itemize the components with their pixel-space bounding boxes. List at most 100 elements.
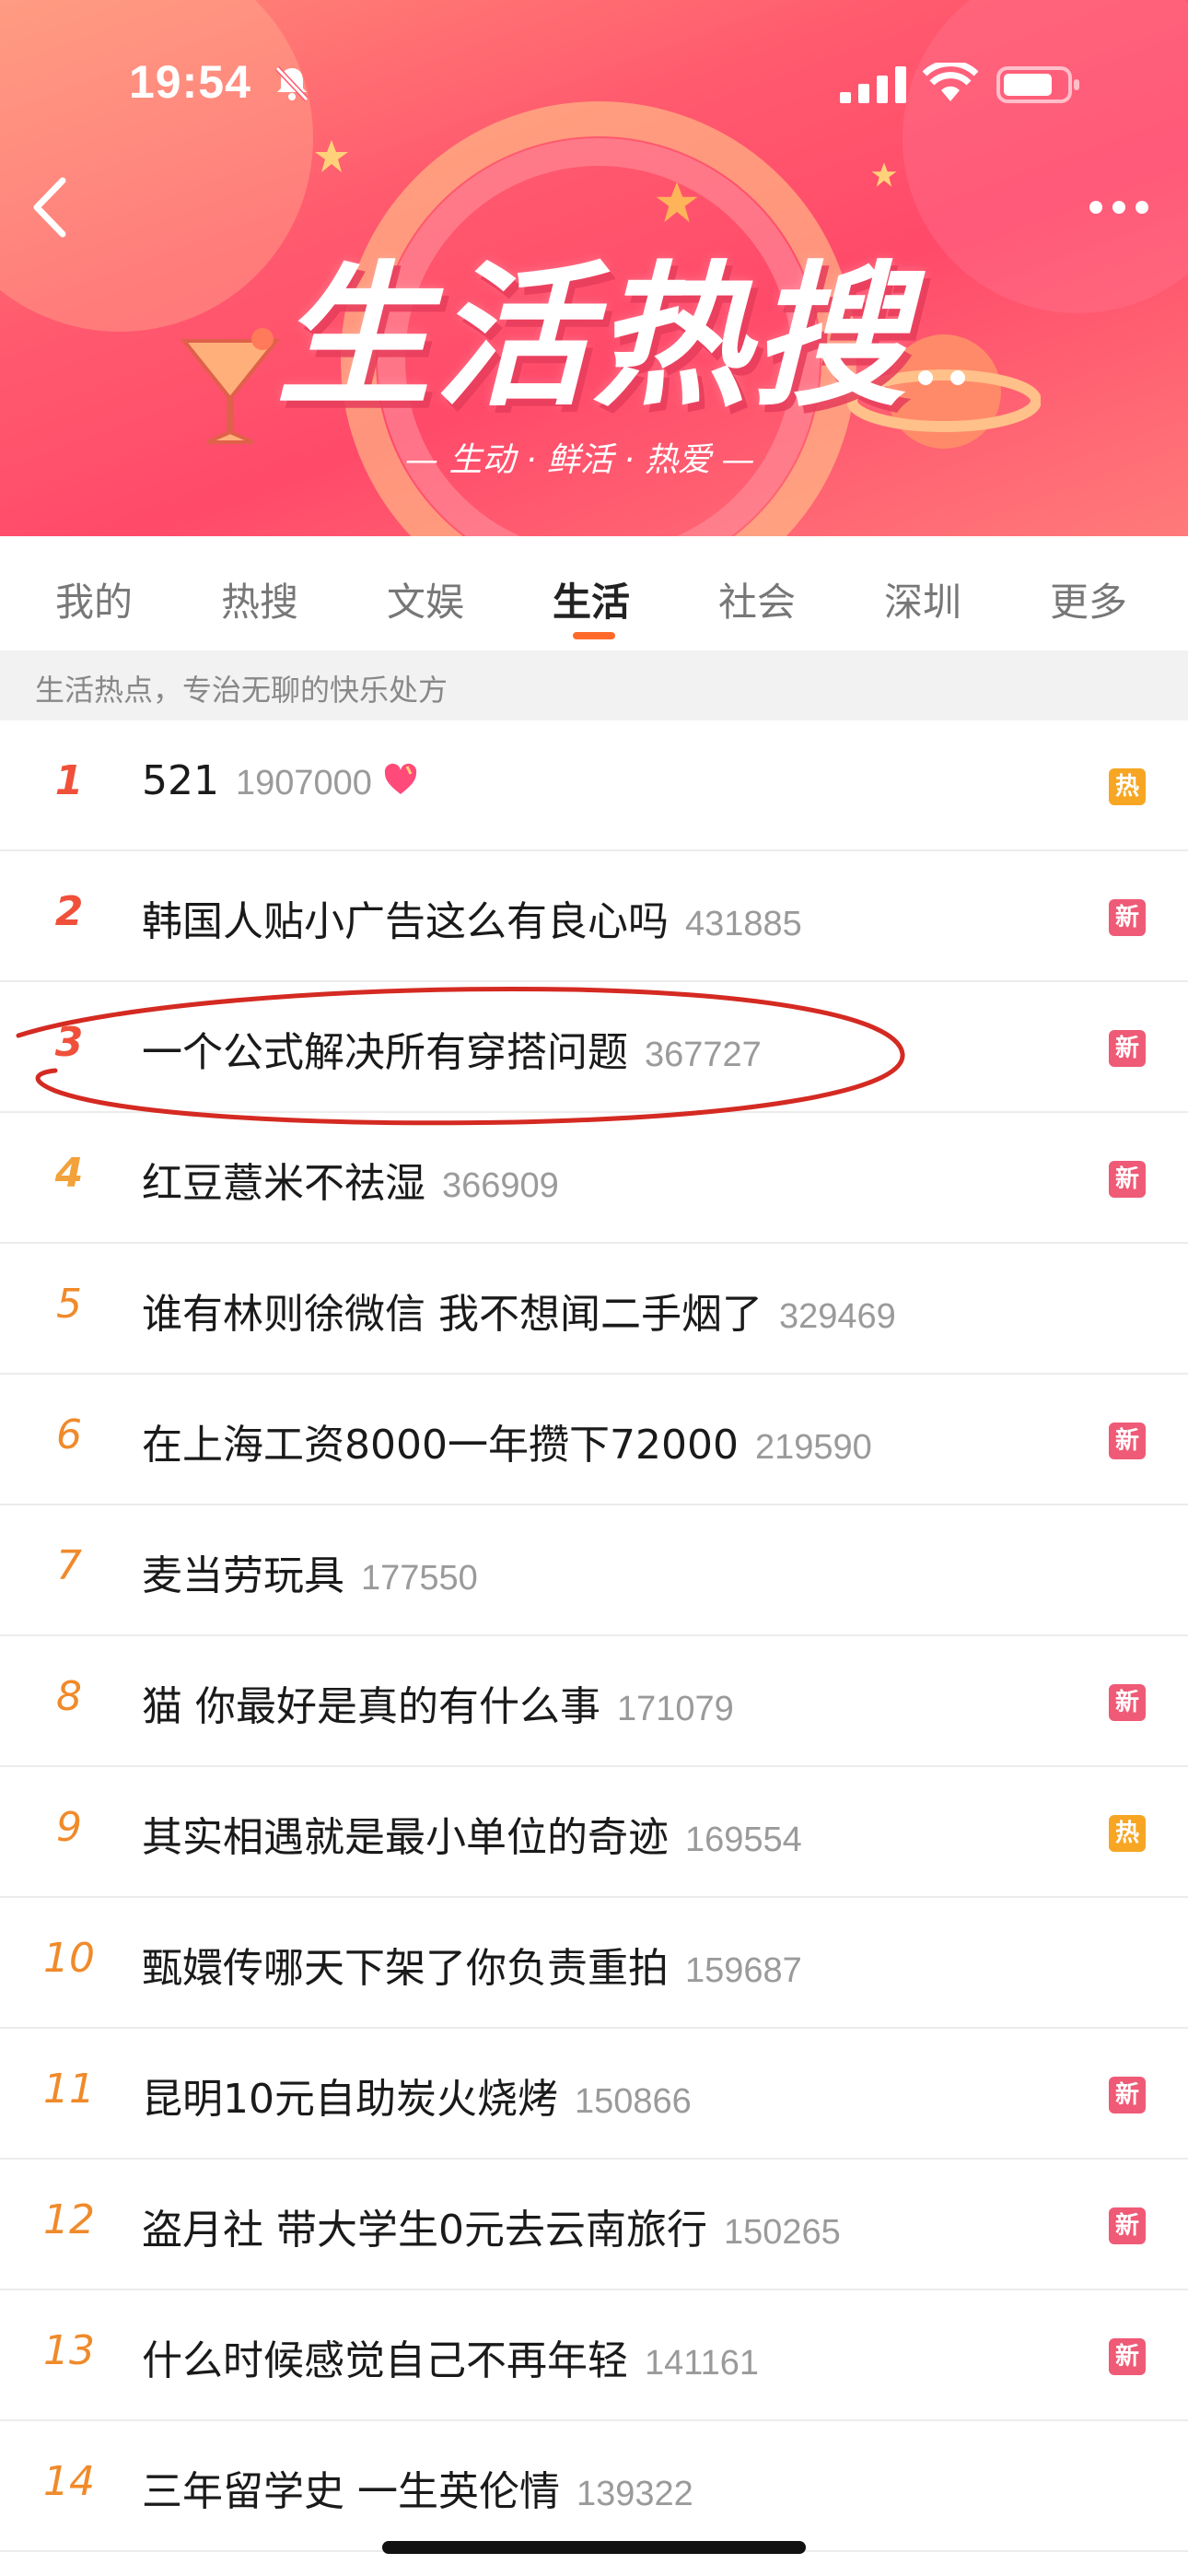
new-badge: 新 (1109, 1684, 1146, 1721)
new-badge: 新 (1109, 2207, 1146, 2244)
status-time: 19:54 (129, 56, 251, 108)
rank-number: 8 (56, 1673, 82, 1720)
topic-text: 红豆薏米不祛湿 (142, 1160, 425, 1207)
wifi-icon (923, 63, 978, 101)
heat-count: 177550 (361, 1559, 478, 1598)
topic-text: 其实相遇就是最小单位的奇迹 (142, 1814, 669, 1861)
topic-text: 谁有林则徐微信 我不想闻二手烟了 (142, 1291, 763, 1338)
heat-count: 329469 (779, 1297, 896, 1336)
hot-badge: 热 (1109, 768, 1146, 805)
cellular-signal-icon (840, 66, 906, 103)
topic-text: 盗月社 带大学生0元去云南旅行 (142, 2207, 707, 2254)
tab-society[interactable]: 社会 (718, 571, 796, 627)
rank-number: 6 (56, 1411, 82, 1458)
tab-more[interactable]: 更多 (1050, 571, 1127, 627)
heat-count: 169554 (685, 1821, 802, 1859)
rank-number: 13 (43, 2327, 95, 2374)
new-badge: 新 (1109, 2338, 1146, 2375)
silent-bell-icon (274, 65, 309, 102)
more-options-icon[interactable] (1087, 193, 1151, 221)
hot-badge: 热 (1109, 1815, 1146, 1852)
list-item[interactable]: 5 谁有林则徐微信 我不想闻二手烟了 329469 (0, 1244, 1188, 1375)
topic-title: 谁有林则徐微信 我不想闻二手烟了 329469 (142, 1281, 896, 1340)
topic-text: 韩国人贴小广告这么有良心吗 (142, 898, 669, 945)
list-item[interactable]: 7 麦当劳玩具 177550 (0, 1505, 1188, 1636)
section-hint: 生活热点，专治无聊的快乐处方 (0, 650, 1188, 720)
rank-number: 12 (43, 2196, 95, 2243)
list-item[interactable]: 13 什么时候感觉自己不再年轻 141161 新 (0, 2290, 1188, 2421)
heart-emoji-icon (384, 763, 417, 794)
topic-text: 猫 你最好是真的有什么事 (142, 1683, 600, 1730)
topic-title: 三年留学史 一生英伦情 139322 (142, 2458, 693, 2517)
star-icon (315, 140, 348, 172)
topic-title: 盗月社 带大学生0元去云南旅行 150265 (142, 2196, 841, 2255)
topic-text: 521 (142, 757, 219, 804)
rank-number: 11 (43, 2066, 95, 2113)
back-arrow-icon[interactable] (28, 175, 70, 240)
new-badge: 新 (1109, 1030, 1146, 1067)
hand-drawn-circle-annotation (16, 987, 905, 1126)
heat-count: 159687 (685, 1951, 802, 1990)
topic-title: 昆明10元自助炭火烧烤 150866 (142, 2066, 692, 2125)
list-item[interactable]: 8 猫 你最好是真的有什么事 171079 新 (0, 1636, 1188, 1767)
topic-text: 什么时候感觉自己不再年轻 (142, 2337, 628, 2384)
rank-number: 1 (54, 757, 84, 804)
category-tabs: 我的 热搜 文娱 生活 社会 深圳 更多 (0, 536, 1188, 650)
heat-count: 219590 (754, 1428, 872, 1467)
list-item[interactable]: 12 盗月社 带大学生0元去云南旅行 150265 新 (0, 2160, 1188, 2290)
topic-title: 红豆薏米不祛湿 366909 (142, 1150, 559, 1209)
hint-text: 生活热点，专治无聊的快乐处方 (35, 673, 448, 708)
new-badge: 新 (1109, 2077, 1146, 2113)
heat-count: 150265 (723, 2213, 841, 2252)
rank-number: 10 (43, 1935, 95, 1982)
banner: 19:54 生活热搜 — 生动 · 鲜活 · 热爱 — (0, 0, 1188, 536)
banner-title: 生活热搜 (276, 247, 910, 427)
banner-glow (903, 0, 1188, 313)
active-tab-indicator (573, 632, 615, 639)
tab-life[interactable]: 生活 (553, 571, 630, 627)
rank-number: 2 (54, 888, 84, 935)
list-item[interactable]: 11 昆明10元自助炭火烧烤 150866 新 (0, 2029, 1188, 2160)
new-badge: 新 (1109, 1161, 1146, 1198)
topic-title: 麦当劳玩具 177550 (142, 1542, 478, 1601)
topic-text: 麦当劳玩具 (142, 1552, 344, 1599)
tab-shenzhen[interactable]: 深圳 (884, 571, 961, 627)
rank-number: 5 (56, 1281, 82, 1328)
list-item[interactable]: 1 521 1907000 热 (0, 720, 1188, 851)
topic-title: 在上海工资8000一年攒下72000 219590 (142, 1411, 872, 1470)
banner-subtitle: — 生动 · 鲜活 · 热爱 — (405, 441, 755, 479)
rank-number: 4 (54, 1150, 84, 1197)
new-badge: 新 (1109, 899, 1146, 936)
heat-count: 366909 (442, 1166, 559, 1205)
tab-hot-search[interactable]: 热搜 (221, 571, 298, 627)
topic-title: 韩国人贴小广告这么有良心吗 431885 (142, 888, 802, 947)
topic-title: 521 1907000 (142, 757, 418, 804)
heat-count: 1907000 (235, 764, 372, 802)
tab-entertainment[interactable]: 文娱 (387, 571, 464, 627)
topic-text: 三年留学史 一生英伦情 (142, 2468, 560, 2515)
banner-glow (0, 0, 313, 332)
heat-count: 150866 (575, 2082, 692, 2121)
topic-title: 其实相遇就是最小单位的奇迹 169554 (142, 1804, 802, 1863)
list-item[interactable]: 9 其实相遇就是最小单位的奇迹 169554 热 (0, 1767, 1188, 1898)
heat-count: 139322 (577, 2475, 693, 2513)
list-item[interactable]: 14 三年留学史 一生英伦情 139322 (0, 2421, 1188, 2552)
heat-count: 141161 (645, 2344, 759, 2383)
heat-count: 171079 (617, 1690, 734, 1728)
list-item[interactable]: 10 甄嬛传哪天下架了你负责重拍 159687 (0, 1898, 1188, 2029)
tab-mine[interactable]: 我的 (55, 571, 133, 627)
topic-title: 什么时候感觉自己不再年轻 141161 (142, 2327, 759, 2386)
cocktail-glass-icon (180, 328, 281, 444)
list-item[interactable]: 2 韩国人贴小广告这么有良心吗 431885 新 (0, 851, 1188, 982)
rank-number: 14 (43, 2458, 95, 2505)
topic-text: 昆明10元自助炭火烧烤 (142, 2076, 558, 2123)
topic-text: 在上海工资8000一年攒下72000 (142, 1422, 739, 1469)
topic-title: 甄嬛传哪天下架了你负责重拍 159687 (142, 1935, 802, 1994)
rank-number: 7 (56, 1542, 82, 1589)
star-icon (871, 162, 897, 187)
topic-text: 甄嬛传哪天下架了你负责重拍 (142, 1945, 669, 1992)
list-item[interactable]: 6 在上海工资8000一年攒下72000 219590 新 (0, 1375, 1188, 1505)
rank-number: 9 (56, 1804, 82, 1851)
heat-count: 431885 (685, 905, 802, 943)
home-indicator (382, 2541, 806, 2554)
